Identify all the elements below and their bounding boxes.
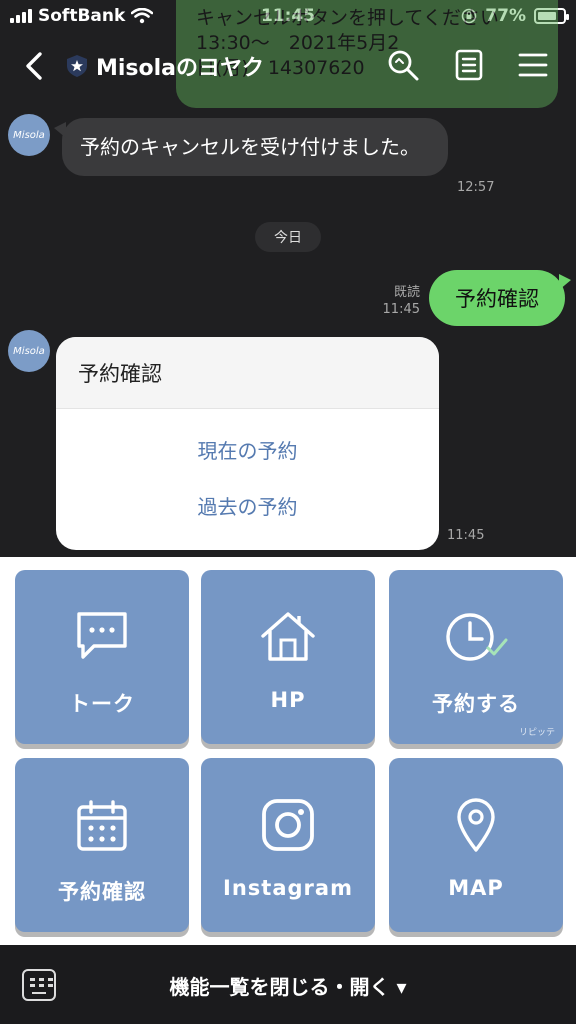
menu-icon[interactable]: [516, 48, 550, 82]
search-icon[interactable]: [386, 48, 420, 82]
sent-message-text: 予約確認: [455, 287, 539, 311]
avatar-text: Misola: [13, 129, 45, 141]
received-message[interactable]: 予約のキャンセルを受け付けました。: [54, 118, 448, 176]
instagram-tile[interactable]: Instagram: [201, 758, 375, 932]
tile-label: トーク: [69, 692, 135, 716]
reservation-card: 予約確認 現在の予約 過去の予約: [56, 337, 439, 550]
rich-menu: トーク HP 予約する リピッテ 予約確認 Instagram MAP: [0, 557, 576, 945]
avatar[interactable]: Misola: [8, 330, 50, 372]
bottom-bar: 機能一覧を閉じる・開く ▾: [0, 945, 576, 1024]
message-text: 予約のキャンセルを受け付けました。: [80, 135, 420, 159]
map-tile[interactable]: MAP: [389, 758, 563, 932]
check-reservation-tile[interactable]: 予約確認: [15, 758, 189, 932]
tile-label: 予約する: [432, 692, 520, 716]
avatar[interactable]: Misola: [8, 114, 50, 156]
avatar-text: Misola: [13, 345, 45, 357]
tile-sublabel: リピッテ: [518, 728, 555, 738]
read-label: 既読: [393, 285, 420, 300]
hp-tile[interactable]: HP: [201, 570, 375, 744]
message-time: 12:57: [457, 180, 495, 195]
house-icon: [261, 612, 315, 661]
map-pin-icon: [457, 798, 495, 852]
chat-bubble-icon: [77, 612, 127, 659]
sent-time: 11:45: [382, 302, 420, 317]
card-time: 11:45: [447, 528, 485, 543]
clock-check-icon: [446, 613, 508, 661]
card-title: 予約確認: [56, 337, 439, 409]
read-receipt: 既読 11:45: [383, 284, 420, 318]
chat-title-text: Misolaのヨヤク: [96, 56, 265, 81]
chevron-left-icon[interactable]: [20, 48, 50, 84]
tile-label: 予約確認: [58, 880, 146, 904]
tile-label: Instagram: [223, 876, 353, 900]
tile-label: HP: [270, 688, 306, 712]
instagram-icon: [262, 799, 314, 851]
current-reservation-button[interactable]: 現在の予約: [56, 421, 439, 477]
calendar-icon: [77, 800, 127, 851]
reserve-tile[interactable]: 予約する リピッテ: [389, 570, 563, 744]
preview-line: キャンセルボタンを押してください: [196, 7, 499, 29]
past-reservation-button[interactable]: 過去の予約: [56, 477, 439, 533]
chat-header: Misolaのヨヤク: [0, 34, 576, 98]
menu-toggle-button[interactable]: 機能一覧を閉じる・開く ▾: [0, 971, 576, 1000]
talk-tile[interactable]: トーク: [15, 570, 189, 744]
shield-star-icon: [67, 55, 87, 77]
date-separator: 今日: [255, 222, 321, 252]
sent-message[interactable]: 予約確認: [429, 270, 571, 326]
chat-title: Misolaのヨヤク: [66, 50, 264, 82]
tile-label: MAP: [448, 876, 504, 900]
note-icon[interactable]: [452, 48, 486, 82]
